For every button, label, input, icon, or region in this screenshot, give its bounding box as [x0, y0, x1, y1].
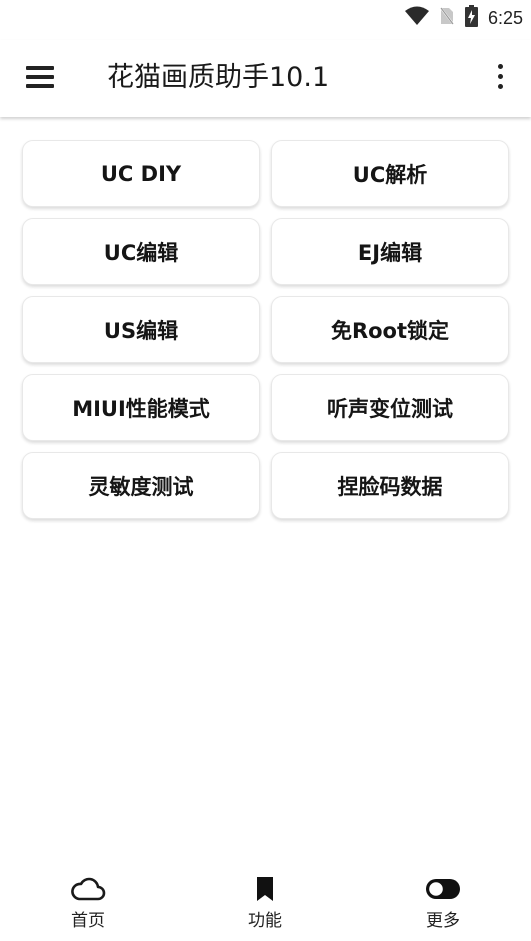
status-bar: 6:25	[0, 0, 531, 40]
nav-item-features[interactable]: 功能	[225, 874, 305, 934]
battery-charging-icon	[464, 5, 478, 31]
bookmark-icon	[255, 874, 275, 904]
cloud-icon	[70, 874, 106, 904]
nav-label-more: 更多	[426, 911, 460, 931]
function-grid: UC DIY UC解析 UC编辑 EJ编辑 US编辑 免Root锁定 MIUI性…	[22, 140, 509, 519]
uc-edit-button[interactable]: UC编辑	[22, 218, 260, 285]
status-icons: 6:25	[404, 5, 523, 31]
nav-item-home[interactable]: 首页	[48, 874, 128, 934]
status-time: 6:25	[487, 7, 523, 28]
sensitivity-test-button[interactable]: 灵敏度测试	[22, 452, 260, 519]
miui-performance-mode-button[interactable]: MIUI性能模式	[22, 374, 260, 441]
app-title: 花猫画质助手10.1	[107, 62, 330, 93]
nav-label-features: 功能	[248, 911, 282, 931]
no-root-lock-button[interactable]: 免Root锁定	[271, 296, 509, 363]
hamburger-menu-icon[interactable]	[26, 66, 56, 90]
wifi-icon	[404, 6, 429, 30]
sound-position-test-button[interactable]: 听声变位测试	[271, 374, 509, 441]
no-sim-icon	[439, 6, 455, 30]
bottom-navigation: 首页 功能 更多	[0, 866, 531, 941]
uc-parse-button[interactable]: UC解析	[271, 140, 509, 207]
ej-edit-button[interactable]: EJ编辑	[271, 218, 509, 285]
nav-label-home: 首页	[71, 911, 105, 931]
face-code-data-button[interactable]: 捏脸码数据	[271, 452, 509, 519]
more-vertical-icon[interactable]	[493, 64, 507, 92]
us-edit-button[interactable]: US编辑	[22, 296, 260, 363]
app-bar: 花猫画质助手10.1	[0, 40, 531, 117]
toggle-icon	[424, 874, 462, 904]
nav-item-more[interactable]: 更多	[403, 874, 483, 934]
uc-diy-button[interactable]: UC DIY	[22, 140, 260, 207]
